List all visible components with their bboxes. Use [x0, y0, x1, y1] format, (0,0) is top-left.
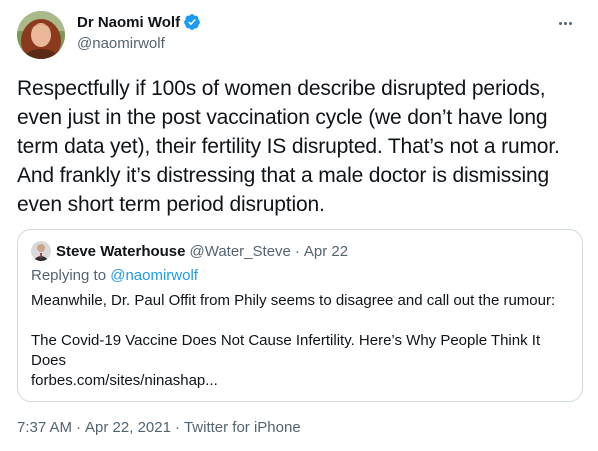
more-options-icon[interactable] — [554, 14, 576, 32]
author-display-name[interactable]: Dr Naomi Wolf — [77, 14, 180, 31]
author-avatar[interactable] — [17, 11, 65, 59]
quoted-author-avatar — [31, 241, 51, 261]
quoted-author-name: Steve Waterhouse — [56, 242, 186, 260]
quoted-link-title-line-2: Does — [31, 352, 67, 369]
quoted-link-title-line-1: The Covid-19 Vaccine Does Not Cause Infe… — [31, 332, 541, 349]
tweet-time-link[interactable]: 7:37 AM — [17, 419, 72, 436]
tweet-footer: 7:37 AM · Apr 22, 2021 · Twitter for iPhone — [17, 419, 301, 436]
quoted-link-url[interactable]: forbes.com/sites/ninashap... — [31, 371, 571, 391]
quoted-replying-to: Replying to @naomirwolf — [31, 267, 198, 284]
verified-badge-icon — [183, 13, 201, 31]
author-handle[interactable]: @naomirwolf — [77, 35, 165, 52]
quoted-header-separator: · — [294, 242, 300, 260]
quoted-tweet-header: Steve Waterhouse @Water_Steve · Apr 22 — [31, 241, 348, 261]
tweet-text: Respectfully if 100s of women describe d… — [17, 77, 560, 216]
quoted-author-handle: @Water_Steve — [189, 242, 291, 260]
quoted-tweet-body: Meanwhile, Dr. Paul Offit from Phily see… — [31, 292, 556, 309]
tweet-source-link[interactable]: Twitter for iPhone — [184, 419, 301, 436]
footer-separator: · — [76, 419, 82, 436]
replying-to-handle-link[interactable]: @naomirwolf — [110, 267, 198, 284]
tweet-date-link[interactable]: Apr 22, 2021 — [85, 419, 171, 436]
tweet-card: Dr Naomi Wolf @naomirwolf Respectfully i… — [0, 0, 598, 451]
quoted-tweet[interactable]: Steve Waterhouse @Water_Steve · Apr 22 R… — [17, 229, 583, 402]
footer-separator-2: · — [174, 419, 180, 436]
quoted-tweet-date: Apr 22 — [303, 242, 349, 260]
replying-to-label: Replying to — [31, 267, 107, 284]
author-name-row[interactable]: Dr Naomi Wolf — [77, 13, 201, 31]
